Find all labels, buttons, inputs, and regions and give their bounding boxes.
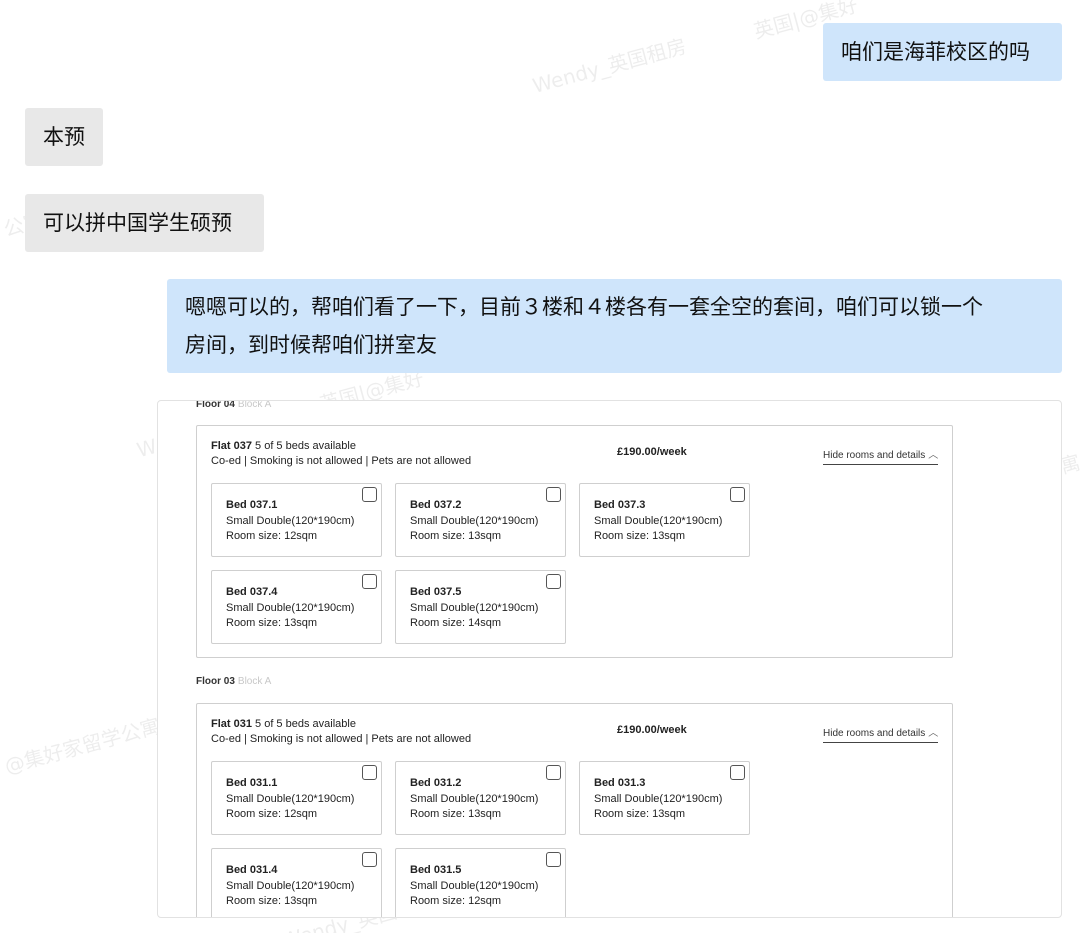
- bed-checkbox[interactable]: [546, 765, 561, 780]
- chevron-up-icon: ︿: [928, 450, 939, 461]
- price: £190.00/week: [617, 724, 687, 736]
- bed-checkbox[interactable]: [362, 574, 377, 589]
- hide-rooms-toggle[interactable]: Hide rooms and details ︿: [823, 724, 939, 743]
- chat-bubble-incoming: 本预: [25, 108, 103, 166]
- floor-label: Floor 04 Block A: [196, 400, 272, 410]
- hide-rooms-toggle[interactable]: Hide rooms and details ︿: [823, 446, 939, 465]
- bed-card[interactable]: Bed 037.2 Small Double(120*190cm) Room s…: [395, 483, 566, 557]
- price: £190.00/week: [617, 446, 687, 458]
- bed-checkbox[interactable]: [546, 852, 561, 867]
- floor-label: Floor 03 Block A: [196, 676, 272, 687]
- bed-checkbox[interactable]: [730, 765, 745, 780]
- bed-checkbox[interactable]: [362, 852, 377, 867]
- chevron-up-icon: ︿: [928, 728, 939, 739]
- flat-card: Flat 031 5 of 5 beds available Co-ed | S…: [196, 703, 953, 917]
- room-listing-screenshot: Floor 04 Block A Flat 037 5 of 5 beds ava…: [157, 400, 1062, 918]
- bed-card[interactable]: Bed 031.3 Small Double(120*190cm) Room s…: [579, 761, 750, 835]
- bed-card[interactable]: Bed 031.5 Small Double(120*190cm) Room s…: [395, 848, 566, 917]
- flat-name: Flat 031: [211, 718, 252, 730]
- bed-card[interactable]: Bed 037.5 Small Double(120*190cm) Room s…: [395, 570, 566, 644]
- bed-card[interactable]: Bed 031.4 Small Double(120*190cm) Room s…: [211, 848, 382, 917]
- flat-header: Flat 037 5 of 5 beds available Co-ed | S…: [211, 439, 471, 469]
- availability: 5 of 5 beds available: [255, 440, 356, 452]
- flat-features: Co-ed | Smoking is not allowed | Pets ar…: [211, 733, 472, 745]
- watermark: @集好家留学公寓: [2, 713, 163, 779]
- bed-card[interactable]: Bed 031.2 Small Double(120*190cm) Room s…: [395, 761, 566, 835]
- bed-card[interactable]: Bed 037.1 Small Double(120*190cm) Room s…: [211, 483, 382, 557]
- bed-checkbox[interactable]: [546, 487, 561, 502]
- bed-checkbox[interactable]: [546, 574, 561, 589]
- message-line: 嗯嗯可以的，帮咱们看了一下，目前３楼和４楼各有一套全空的套间，咱们可以锁一个: [185, 295, 983, 319]
- watermark: W: [134, 433, 160, 463]
- chat-bubble-outgoing: 嗯嗯可以的，帮咱们看了一下，目前３楼和４楼各有一套全空的套间，咱们可以锁一个 房…: [167, 279, 1062, 373]
- bed-checkbox[interactable]: [730, 487, 745, 502]
- flat-features: Co-ed | Smoking is not allowed | Pets ar…: [211, 455, 472, 467]
- bed-card[interactable]: Bed 037.4 Small Double(120*190cm) Room s…: [211, 570, 382, 644]
- bed-card[interactable]: Bed 031.1 Small Double(120*190cm) Room s…: [211, 761, 382, 835]
- flat-header: Flat 031 5 of 5 beds available Co-ed | S…: [211, 717, 471, 747]
- bed-card[interactable]: Bed 037.3 Small Double(120*190cm) Room s…: [579, 483, 750, 557]
- flat-card: Flat 037 5 of 5 beds available Co-ed | S…: [196, 425, 953, 658]
- bed-checkbox[interactable]: [362, 487, 377, 502]
- chat-bubble-outgoing: 咱们是海菲校区的吗: [823, 23, 1062, 81]
- bed-checkbox[interactable]: [362, 765, 377, 780]
- watermark: Wendy_英国租房: [529, 33, 689, 99]
- message-line: 房间，到时候帮咱们拼室友: [185, 333, 437, 357]
- chat-bubble-incoming: 可以拼中国学生硕预: [25, 194, 264, 252]
- availability: 5 of 5 beds available: [255, 718, 356, 730]
- flat-name: Flat 037: [211, 440, 252, 452]
